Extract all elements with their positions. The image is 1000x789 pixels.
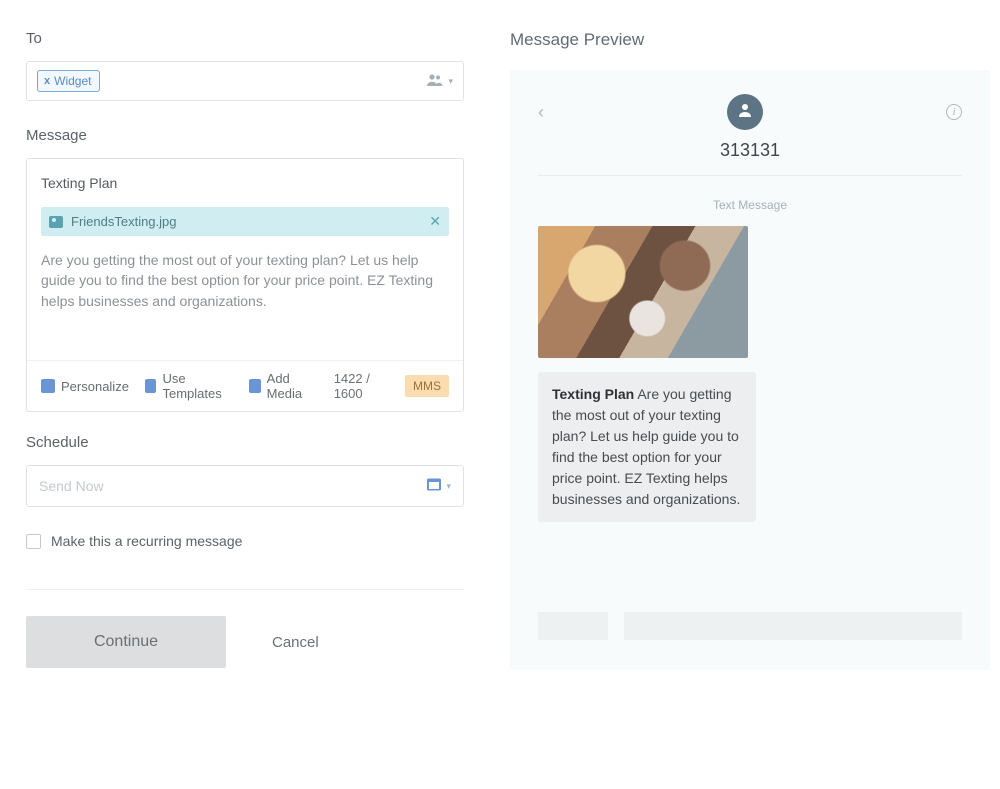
action-row: Continue Cancel — [26, 616, 464, 668]
schedule-picker-button[interactable]: ▾ — [426, 476, 451, 496]
info-icon: i — [946, 104, 962, 120]
schedule-label: Schedule — [26, 434, 464, 451]
chevron-down-icon: ▾ — [448, 76, 453, 87]
use-templates-button[interactable]: Use Templates — [145, 371, 233, 401]
to-label: To — [26, 30, 464, 47]
personalize-icon — [41, 379, 55, 393]
attachment-filename: FriendsTexting.jpg — [71, 214, 177, 229]
recurring-checkbox[interactable] — [26, 534, 41, 549]
bubble-subject: Texting Plan — [552, 386, 634, 402]
people-icon — [427, 73, 445, 90]
preview-input-placeholder — [528, 612, 972, 640]
preview-divider — [538, 175, 962, 176]
remove-attachment-button[interactable]: ✕ — [429, 213, 441, 230]
chevron-down-icon: ▾ — [446, 481, 451, 492]
compose-panel: To x Widget ▾ Message Texting Plan Frie — [0, 0, 490, 789]
message-body-textarea[interactable]: Are you getting the most out of your tex… — [41, 250, 449, 360]
add-recipients-button[interactable]: ▾ — [427, 73, 453, 90]
personalize-button[interactable]: Personalize — [41, 379, 129, 394]
attachment-chip: FriendsTexting.jpg ✕ — [41, 207, 449, 236]
cancel-button[interactable]: Cancel — [266, 633, 325, 652]
skeleton-block — [624, 612, 962, 640]
media-icon — [249, 379, 261, 393]
sender-number: 313131 — [528, 140, 972, 161]
schedule-placeholder: Send Now — [39, 478, 104, 494]
message-label: Message — [26, 127, 464, 144]
back-icon: ‹ — [538, 102, 544, 123]
media-label: Add Media — [267, 371, 318, 401]
avatar — [727, 94, 763, 130]
divider — [26, 589, 464, 590]
message-composer: Texting Plan FriendsTexting.jpg ✕ Are yo… — [26, 158, 464, 412]
bubble-body: Are you getting the most out of your tex… — [552, 386, 740, 507]
recipient-chip[interactable]: x Widget — [37, 70, 100, 92]
preview-canvas: ‹ i 313131 Text Message Texting Plan Are… — [510, 70, 990, 670]
recurring-row[interactable]: Make this a recurring message — [26, 533, 464, 549]
add-media-button[interactable]: Add Media — [249, 371, 318, 401]
mms-badge: MMS — [405, 375, 449, 397]
message-bubble: Texting Plan Are you getting the most ou… — [538, 372, 756, 522]
composer-toolbar: Personalize Use Templates Add Media 1422… — [27, 360, 463, 411]
preview-title: Message Preview — [510, 30, 990, 50]
message-subject-input[interactable]: Texting Plan — [41, 175, 449, 191]
to-field[interactable]: x Widget ▾ — [26, 61, 464, 101]
character-counter: 1422 / 1600 — [334, 371, 391, 401]
recurring-label: Make this a recurring message — [51, 533, 242, 549]
image-icon — [49, 216, 63, 228]
calendar-icon — [426, 476, 442, 496]
chip-label: Widget — [54, 74, 91, 88]
continue-button[interactable]: Continue — [26, 616, 226, 668]
preview-image — [538, 226, 748, 358]
skeleton-block — [538, 612, 608, 640]
chip-remove-icon[interactable]: x — [44, 75, 50, 87]
text-message-label: Text Message — [528, 198, 972, 212]
preview-panel: Message Preview ‹ i 313131 Text Message … — [490, 0, 1000, 789]
schedule-field[interactable]: Send Now ▾ — [26, 465, 464, 507]
personalize-label: Personalize — [61, 379, 129, 394]
person-icon — [737, 102, 753, 123]
templates-icon — [145, 379, 157, 393]
templates-label: Use Templates — [162, 371, 233, 401]
